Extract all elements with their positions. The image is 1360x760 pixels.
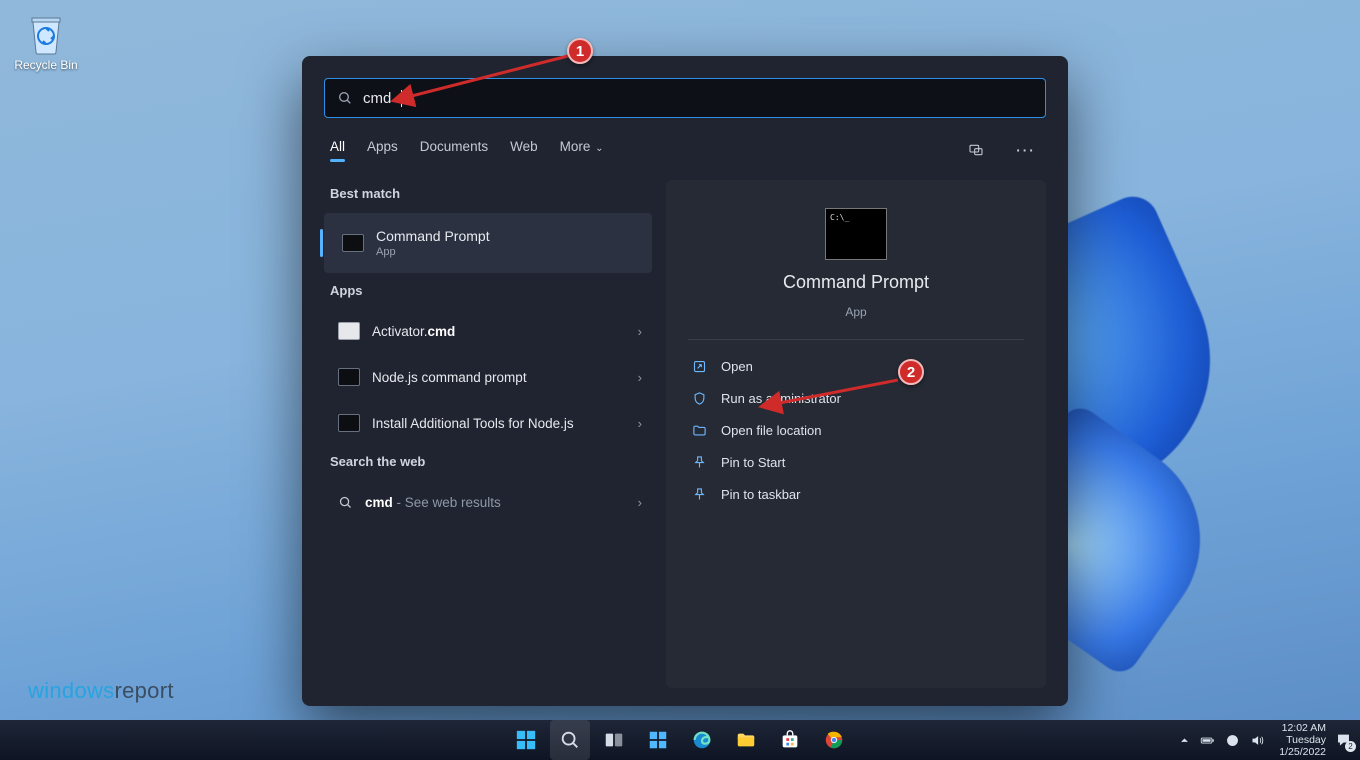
best-match-subtitle: App: [376, 246, 490, 258]
details-subtitle: App: [845, 305, 866, 319]
start-button[interactable]: [506, 720, 546, 760]
command-prompt-large-icon: C:\_: [825, 208, 887, 260]
tab-apps[interactable]: Apps: [367, 139, 398, 162]
tab-all[interactable]: All: [330, 139, 345, 162]
taskbar-center: [506, 720, 854, 760]
recycle-bin-icon: [26, 8, 66, 56]
chevron-down-icon: ⌄: [592, 143, 603, 154]
recycle-bin-label: Recycle Bin: [8, 58, 84, 72]
best-match-result[interactable]: Command Prompt App: [324, 213, 652, 273]
tab-web[interactable]: Web: [510, 139, 538, 162]
watermark: windowsreport: [28, 678, 174, 704]
store-icon: [779, 729, 801, 751]
search-settings-button[interactable]: [962, 136, 990, 164]
chevron-right-icon: ›: [638, 370, 642, 385]
details-title: Command Prompt: [783, 272, 929, 293]
app-result-nodejs-tools[interactable]: Install Additional Tools for Node.js ›: [324, 402, 652, 444]
screen-share-icon: [968, 142, 984, 158]
system-tray: 12:02 AM Tuesday 1/25/2022 2: [1179, 720, 1352, 760]
action-open-location[interactable]: Open file location: [688, 414, 1024, 446]
chevron-right-icon: ›: [638, 416, 642, 431]
text-caret: [401, 90, 402, 107]
section-web: Search the web: [324, 448, 652, 477]
search-tabs: All Apps Documents Web More ⌄ ···: [330, 136, 1040, 164]
details-pane: C:\_ Command Prompt App Open Run as admi…: [666, 180, 1046, 688]
widgets-icon: [647, 729, 669, 751]
taskbar-app-chrome[interactable]: [814, 720, 854, 760]
battery-icon[interactable]: [1200, 733, 1215, 748]
action-pin-taskbar[interactable]: Pin to taskbar: [688, 478, 1024, 510]
search-icon: [337, 90, 353, 106]
pin-icon: [692, 455, 707, 470]
shield-icon: [692, 391, 707, 406]
folder-icon: [692, 423, 707, 438]
volume-icon[interactable]: [1250, 733, 1265, 748]
start-search-flyout: cmd All Apps Documents Web More ⌄ ··· Be…: [302, 56, 1068, 706]
taskbar-app-explorer[interactable]: [726, 720, 766, 760]
search-icon: [338, 495, 353, 510]
notification-badge: 2: [1345, 741, 1356, 752]
more-options-button[interactable]: ···: [1012, 136, 1040, 164]
results-column: Best match Command Prompt App Apps Activ…: [324, 180, 652, 688]
web-result[interactable]: cmd - See web results ›: [324, 481, 652, 523]
chevron-right-icon: ›: [638, 495, 642, 510]
task-view-button[interactable]: [594, 720, 634, 760]
network-icon[interactable]: [1225, 733, 1240, 748]
action-pin-start[interactable]: Pin to Start: [688, 446, 1024, 478]
app-result-nodejs-prompt[interactable]: Node.js command prompt ›: [324, 356, 652, 398]
search-input-text: cmd: [363, 90, 391, 107]
annotation-marker-1: 1: [567, 38, 593, 64]
taskbar-search-button[interactable]: [550, 720, 590, 760]
taskbar-app-store[interactable]: [770, 720, 810, 760]
search-icon: [559, 729, 581, 751]
widgets-button[interactable]: [638, 720, 678, 760]
desktop-icon-recycle-bin[interactable]: Recycle Bin: [8, 8, 84, 72]
best-match-title: Command Prompt: [376, 228, 490, 244]
taskbar-app-edge[interactable]: [682, 720, 722, 760]
chevron-right-icon: ›: [638, 324, 642, 339]
search-box[interactable]: cmd: [324, 78, 1046, 118]
ellipsis-icon: ···: [1016, 143, 1036, 158]
task-view-icon: [603, 729, 625, 751]
terminal-icon: [338, 414, 360, 432]
terminal-icon: [338, 368, 360, 386]
divider: [688, 339, 1024, 340]
folder-icon: [735, 729, 757, 751]
notifications-button[interactable]: 2: [1336, 732, 1352, 748]
edge-icon: [691, 729, 713, 751]
taskbar: 12:02 AM Tuesday 1/25/2022 2: [0, 720, 1360, 760]
action-run-admin[interactable]: Run as administrator: [688, 382, 1024, 414]
pin-icon: [692, 487, 707, 502]
tab-documents[interactable]: Documents: [420, 139, 488, 162]
tray-overflow-button[interactable]: [1179, 735, 1190, 746]
action-open[interactable]: Open: [688, 350, 1024, 382]
app-result-activator[interactable]: Activator.cmd ›: [324, 310, 652, 352]
windows-logo-icon: [515, 729, 537, 751]
clock[interactable]: 12:02 AM Tuesday 1/25/2022: [1279, 722, 1326, 758]
chrome-icon: [823, 729, 845, 751]
cmd-file-icon: [338, 322, 360, 340]
section-apps: Apps: [324, 277, 652, 306]
command-prompt-icon: [342, 234, 364, 252]
open-icon: [692, 359, 707, 374]
tab-more[interactable]: More ⌄: [560, 139, 604, 162]
section-best-match: Best match: [324, 180, 652, 209]
annotation-marker-2: 2: [898, 359, 924, 385]
